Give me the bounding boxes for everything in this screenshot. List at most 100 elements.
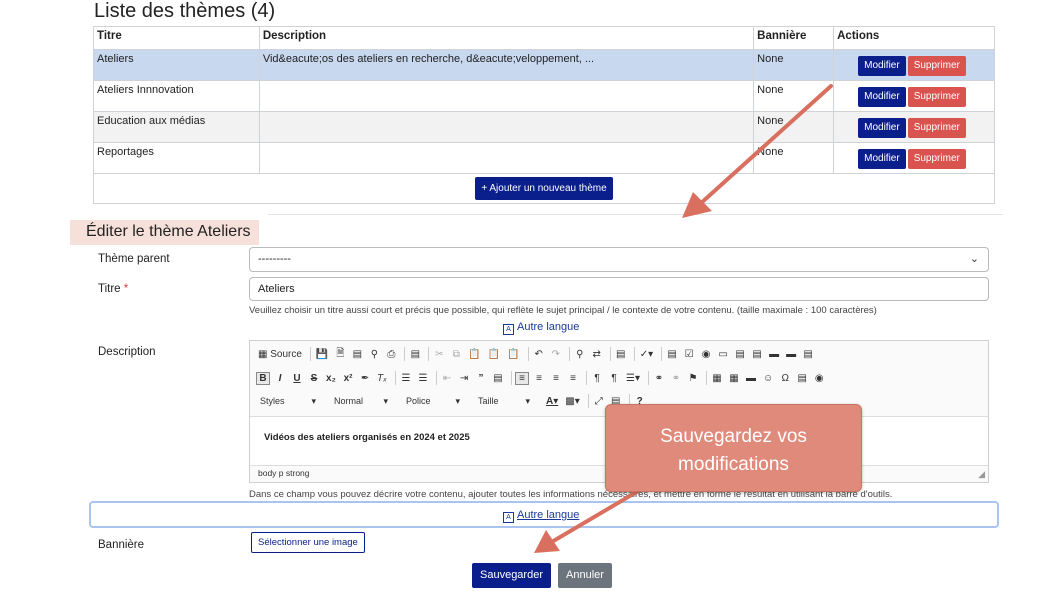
title-input[interactable]: Ateliers [249,277,989,301]
table-row[interactable]: Ateliers Vid&eacute;os des ateliers en r… [93,49,995,81]
paste-icon[interactable]: 📋 [466,349,482,360]
modify-button[interactable]: Modifier [858,87,906,107]
maximize-icon[interactable]: ⤢ [592,396,606,407]
modify-button[interactable]: Modifier [858,56,906,76]
spellcheck-icon[interactable]: ✓▾ [638,349,655,360]
underline-icon[interactable]: U [290,373,304,384]
ltr-icon[interactable]: ¶ [590,373,604,384]
redo-icon[interactable]: ↷ [549,349,563,360]
callout-bubble: Sauvegardez vos modifications [605,404,862,492]
button-field-icon[interactable]: ▬ [767,349,781,360]
select-image-button[interactable]: Sélectionner une image [251,532,365,553]
table-icon[interactable]: ▦ [727,373,741,384]
editor-toolbar-row-2: B I U S x₂ x² ✒ Tₓ ☰ ☰ ⇤ ⇥ ” ▤ ≡ ≡ ≡ ≡ ¶… [256,368,829,388]
anchor-icon[interactable]: ⚑ [686,373,700,384]
modify-button[interactable]: Modifier [858,118,906,138]
size-dropdown[interactable]: Taille ▾ [474,396,534,407]
align-left-icon[interactable]: ≡ [515,371,530,385]
image-button-icon[interactable]: ▬ [784,349,798,360]
undo-icon[interactable]: ↶ [532,349,546,360]
source-button[interactable]: ▦ Source [256,349,304,360]
bold-icon[interactable]: B [256,371,270,385]
page-break-icon[interactable]: ▤ [795,373,809,384]
new-page-icon[interactable]: 🗎 [333,346,347,363]
strikethrough-icon[interactable]: S [307,373,321,384]
save-icon[interactable]: 💾 [314,349,330,360]
language-icon[interactable]: ☰▾ [624,373,642,384]
header-description: Description [258,26,755,50]
subscript-icon[interactable]: x₂ [324,373,338,384]
div-container-icon[interactable]: ▤ [491,373,505,384]
textarea-icon[interactable]: ▤ [733,349,747,360]
print-icon[interactable]: ⎙ [384,349,398,360]
source-label: Source [270,348,302,360]
justify-icon[interactable]: ≡ [566,373,580,384]
toolbar-separator [395,371,397,385]
superscript-icon[interactable]: x² [341,373,355,384]
blockquote-icon[interactable]: ” [474,373,488,384]
export-pdf-icon[interactable]: ▤ [350,349,364,360]
table-row[interactable]: Ateliers Innnovation None Modifier Suppri… [93,80,995,112]
remove-format-icon[interactable]: Tₓ [375,373,389,384]
row-banner: None [753,80,835,112]
copy-format-icon[interactable]: ✒ [358,373,372,384]
align-center-icon[interactable]: ≡ [532,373,546,384]
special-char-icon[interactable]: Ω [778,373,792,384]
indent-icon[interactable]: ⇥ [457,373,471,384]
text-color-icon[interactable]: A▾ [544,396,560,407]
delete-button[interactable]: Supprimer [907,118,966,138]
templates-icon[interactable]: ▤ [408,349,422,360]
select-field-icon[interactable]: ▤ [750,349,764,360]
replace-icon[interactable]: ⇄ [590,349,604,360]
resize-handle-icon[interactable]: ◢ [978,469,985,480]
hidden-field-icon[interactable]: ▤ [801,349,815,360]
align-right-icon[interactable]: ≡ [549,373,563,384]
radio-icon[interactable]: ◉ [699,349,713,360]
font-label: Police [406,395,431,406]
translate-icon: A [503,324,514,335]
styles-dropdown[interactable]: Styles ▾ [256,396,320,407]
format-dropdown[interactable]: Normal ▾ [330,396,392,407]
other-language-link-description[interactable]: A Autre langue [503,509,579,523]
bulleted-list-icon[interactable]: ☰ [416,373,430,384]
link-icon[interactable]: ⚭ [652,373,666,384]
table-row[interactable]: Reportages None Modifier Supprimer [93,142,995,174]
horizontal-line-icon[interactable]: ▬ [744,373,758,384]
row-description: Vid&eacute;os des ateliers en recherche,… [258,49,755,81]
outdent-icon[interactable]: ⇤ [440,373,454,384]
iframe-icon[interactable]: ◉ [812,373,826,384]
parent-theme-select[interactable]: --------- ⌄ [249,247,989,272]
rtl-icon[interactable]: ¶ [607,373,621,384]
toolbar-separator [309,347,311,361]
size-label: Taille [478,395,499,406]
textfield-icon[interactable]: ▭ [716,349,730,360]
font-dropdown[interactable]: Police ▾ [402,396,464,407]
numbered-list-icon[interactable]: ☰ [399,373,413,384]
image-icon[interactable]: ▦ [710,373,724,384]
cancel-button[interactable]: Annuler [558,563,612,588]
paste-text-icon[interactable]: 📋 [486,349,502,360]
toolbar-separator [706,371,707,385]
unlink-icon[interactable]: ⚭ [669,373,683,384]
add-theme-button[interactable]: + Ajouter un nouveau thème [475,177,613,200]
row-description [258,142,755,174]
save-button[interactable]: Sauvegarder [472,563,551,588]
delete-button[interactable]: Supprimer [907,149,966,169]
modify-button[interactable]: Modifier [858,149,906,169]
preview-icon[interactable]: ⚲ [367,349,381,360]
smiley-icon[interactable]: ☺ [761,373,775,384]
form-icon[interactable]: ▤ [665,349,679,360]
paste-word-icon[interactable]: 📋 [505,349,521,360]
other-language-link-title[interactable]: A Autre langue [503,321,579,335]
toolbar-separator [648,371,649,385]
delete-button[interactable]: Supprimer [907,87,966,107]
background-color-icon[interactable]: ▩▾ [563,396,581,407]
checkbox-icon[interactable]: ☑ [682,349,696,360]
find-icon[interactable]: ⚲ [573,349,587,360]
select-all-icon[interactable]: ▤ [614,349,628,360]
italic-icon[interactable]: I [273,373,287,384]
cut-icon[interactable]: ✂ [432,349,446,360]
delete-button[interactable]: Supprimer [907,56,966,76]
copy-icon[interactable]: ⧉ [449,349,463,360]
table-row[interactable]: Education aux médias None Modifier Suppri… [93,111,995,143]
